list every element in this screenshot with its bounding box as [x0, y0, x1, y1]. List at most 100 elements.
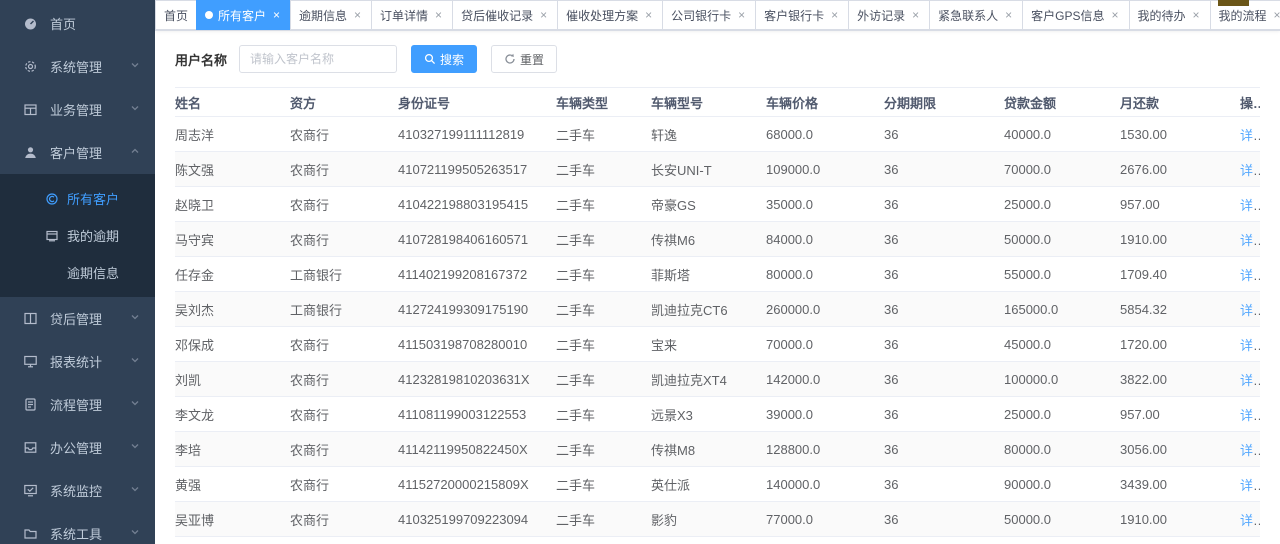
tab-close-icon[interactable]: × — [538, 10, 549, 21]
sidebar-item-office[interactable]: 办公管理 — [0, 426, 155, 469]
cell-id_number: 412724199309175190 — [398, 302, 556, 317]
column-header-vehicle_type: 车辆类型 — [556, 93, 651, 112]
tab-collection-record[interactable]: 贷后催收记录× — [452, 0, 558, 30]
tab-close-icon[interactable]: × — [736, 10, 747, 21]
sidebar-item-loan[interactable]: 贷后管理 — [0, 297, 155, 340]
detail-link[interactable]: 详情 — [1240, 373, 1260, 388]
table-row: 黄强农商行41152720000215809X二手车英仕派140000.0369… — [175, 467, 1260, 502]
detail-link[interactable]: 详情 — [1240, 513, 1260, 528]
detail-link[interactable]: 详情 — [1240, 233, 1260, 248]
sidebar-item-report[interactable]: 报表统计 — [0, 340, 155, 383]
cell-loan: 100000.0 — [1004, 372, 1120, 387]
customer-name-input[interactable] — [239, 45, 397, 73]
tab-company-bank-card[interactable]: 公司银行卡× — [662, 0, 756, 30]
detail-link[interactable]: 详情 — [1240, 303, 1260, 318]
cell-vehicle_model: 远景X3 — [651, 405, 766, 424]
cell-vehicle_type: 二手车 — [556, 125, 651, 144]
sidebar-item-label: 报表统计 — [50, 352, 129, 371]
main-area: 首页所有客户×逾期信息×订单详情×贷后催收记录×催收处理方案×公司银行卡×客户银… — [155, 0, 1280, 544]
tab-close-icon[interactable]: × — [1272, 10, 1280, 21]
cell-id_number: 41142119950822450X — [398, 442, 556, 457]
cell-vehicle_model: 影豹 — [651, 510, 766, 529]
cell-vehicle_type: 二手车 — [556, 440, 651, 459]
table-row: 李文龙农商行411081199003122553二手车远景X339000.036… — [175, 397, 1260, 432]
sidebar-item-tools[interactable]: 系统工具 — [0, 512, 155, 544]
tab-overdue-info[interactable]: 逾期信息× — [290, 0, 372, 30]
tab-emergency-contact[interactable]: 紧急联系人× — [929, 0, 1023, 30]
sidebar-item-business[interactable]: 业务管理 — [0, 88, 155, 131]
tab-all-customers[interactable]: 所有客户× — [196, 0, 291, 30]
cell-name: 李培 — [175, 440, 290, 459]
tab-close-icon[interactable]: × — [643, 10, 654, 21]
cell-vehicle_type: 二手车 — [556, 510, 651, 529]
chevron-down-icon — [129, 354, 141, 369]
tab-close-icon[interactable]: × — [1003, 10, 1014, 21]
tab-close-icon[interactable]: × — [271, 10, 282, 21]
cell-action: 详情 — [1240, 195, 1260, 214]
tab-close-icon[interactable]: × — [910, 10, 921, 21]
cell-name: 李文龙 — [175, 405, 290, 424]
tab-customer-gps[interactable]: 客户GPS信息× — [1022, 0, 1129, 30]
sidebar-item-home[interactable]: 首页 — [0, 2, 155, 45]
detail-link[interactable]: 详情 — [1240, 338, 1260, 353]
cell-monthly: 3439.00 — [1120, 477, 1240, 492]
cell-price: 84000.0 — [766, 232, 884, 247]
cell-loan: 50000.0 — [1004, 232, 1120, 247]
cell-vehicle_type: 二手车 — [556, 405, 651, 424]
search-button[interactable]: 搜索 — [411, 45, 477, 73]
cell-vehicle_model: 帝豪GS — [651, 195, 766, 214]
cell-vehicle_type: 二手车 — [556, 265, 651, 284]
tab-close-icon[interactable]: × — [1110, 10, 1121, 21]
cell-id_number: 411503198708280010 — [398, 337, 556, 352]
detail-link[interactable]: 详情 — [1240, 198, 1260, 213]
tab-collection-plan[interactable]: 催收处理方案× — [557, 0, 663, 30]
cell-name: 吴亚博 — [175, 510, 290, 529]
table-row: 邓保成农商行411503198708280010二手车宝来70000.03645… — [175, 327, 1260, 362]
detail-link[interactable]: 详情 — [1240, 128, 1260, 143]
tab-close-icon[interactable]: × — [829, 10, 840, 21]
table-row: 李培农商行41142119950822450X二手车传祺M8128800.036… — [175, 432, 1260, 467]
chevron-down-icon — [129, 440, 141, 455]
cell-vehicle_type: 二手车 — [556, 160, 651, 179]
tab-label: 订单详情 — [380, 7, 428, 24]
cell-action: 详情 — [1240, 475, 1260, 494]
tab-home[interactable]: 首页 — [155, 0, 197, 30]
detail-link[interactable]: 详情 — [1240, 478, 1260, 493]
sidebar-subitem-overdue-info[interactable]: 逾期信息 — [0, 254, 155, 291]
sidebar-item-label: 办公管理 — [50, 438, 129, 457]
sidebar-item-monitor[interactable]: 系统监控 — [0, 469, 155, 512]
detail-link[interactable]: 详情 — [1240, 443, 1260, 458]
sidebar-item-system[interactable]: 系统管理 — [0, 45, 155, 88]
detail-link[interactable]: 详情 — [1240, 408, 1260, 423]
gear-icon — [22, 59, 38, 75]
sidebar-item-process[interactable]: 流程管理 — [0, 383, 155, 426]
tab-close-icon[interactable]: × — [1191, 10, 1202, 21]
reset-button[interactable]: 重置 — [491, 45, 557, 73]
tab-visit-record[interactable]: 外访记录× — [848, 0, 930, 30]
sidebar-subitem-all-customers[interactable]: 所有客户 — [0, 180, 155, 217]
cell-price: 109000.0 — [766, 162, 884, 177]
tab-order-detail[interactable]: 订单详情 × — [371, 0, 453, 30]
cell-monthly: 3822.00 — [1120, 372, 1240, 387]
tab-close-icon[interactable]: × — [433, 10, 444, 21]
tab-my-todo[interactable]: 我的待办× — [1129, 0, 1211, 30]
cell-name: 周志洋 — [175, 125, 290, 144]
cell-action: 详情 — [1240, 405, 1260, 424]
content-area: 用户名称 搜索 重置 姓名资方身份证号车辆类型车辆型号车辆价格分期期限贷款金额月… — [155, 31, 1280, 544]
chevron-down-icon — [129, 59, 141, 74]
detail-link[interactable]: 详情 — [1240, 268, 1260, 283]
user-icon — [22, 145, 38, 161]
tab-close-icon[interactable]: × — [352, 10, 363, 21]
cell-monthly: 957.00 — [1120, 197, 1240, 212]
sidebar-subitem-my-overdue[interactable]: 我的逾期 — [0, 217, 155, 254]
cell-loan: 80000.0 — [1004, 442, 1120, 457]
cell-vehicle_model: 凯迪拉克CT6 — [651, 300, 766, 319]
column-header-loan: 贷款金额 — [1004, 93, 1120, 112]
cell-monthly: 1530.00 — [1120, 127, 1240, 142]
tab-customer-bank-card[interactable]: 客户银行卡× — [755, 0, 849, 30]
sidebar-submenu: 所有客户我的逾期逾期信息 — [0, 174, 155, 297]
sidebar-item-customer[interactable]: 客户管理 — [0, 131, 155, 174]
cell-funder: 工商银行 — [290, 300, 398, 319]
cell-monthly: 1910.00 — [1120, 232, 1240, 247]
detail-link[interactable]: 详情 — [1240, 163, 1260, 178]
